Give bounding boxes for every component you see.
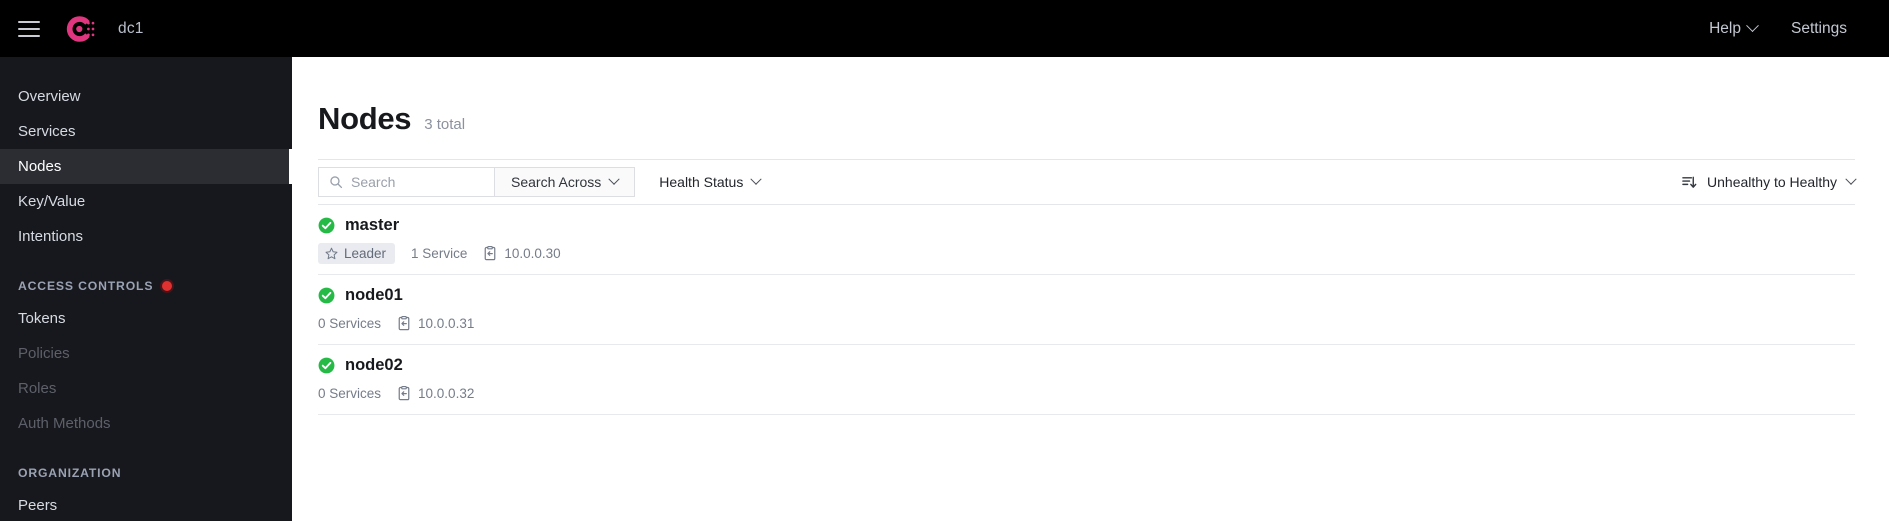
copy-icon <box>398 315 410 330</box>
sidebar-item-services[interactable]: Services <box>0 114 292 149</box>
chevron-down-icon <box>1845 173 1857 185</box>
health-check-passing-icon <box>318 217 335 234</box>
sidebar-item-tokens[interactable]: Tokens <box>0 301 292 336</box>
node-ip-address: 10.0.0.32 <box>418 385 475 401</box>
leader-badge-label: Leader <box>344 245 387 261</box>
star-icon <box>325 247 338 259</box>
sidebar-item-auth-methods: Auth Methods <box>0 406 292 441</box>
search-across-label: Search Across <box>511 174 602 190</box>
node-ip-address: 10.0.0.31 <box>418 315 475 331</box>
health-check-passing-icon <box>318 357 335 374</box>
copy-icon <box>398 385 410 400</box>
sidebar-item-label: Peers <box>18 497 58 514</box>
top-nav-actions: Help Settings <box>1709 19 1847 38</box>
chevron-down-icon <box>750 173 762 185</box>
hamburger-line <box>18 20 40 23</box>
node-title: node01 <box>318 286 1855 305</box>
sidebar-section-organization: ORGANIZATION <box>0 458 292 488</box>
datacenter-selector[interactable]: dc1 <box>118 20 144 38</box>
node-list-item[interactable]: master Leader 1 Service 10.0.0.30 <box>318 205 1855 275</box>
node-ip-copy[interactable]: 10.0.0.31 <box>397 316 474 331</box>
sidebar-item-label: Nodes <box>18 158 62 175</box>
sidebar-section-label: ORGANIZATION <box>18 466 122 480</box>
node-service-count: 0 Services <box>318 385 382 401</box>
sidebar-item-key-value[interactable]: Key/Value <box>0 184 292 219</box>
node-ip-copy[interactable]: 10.0.0.32 <box>397 386 474 401</box>
node-meta: Leader 1 Service 10.0.0.30 <box>318 242 1855 264</box>
node-title: node02 <box>318 356 1855 375</box>
hamburger-line <box>18 34 40 37</box>
node-name: node01 <box>345 286 403 304</box>
sidebar-item-policies: Policies <box>0 336 292 371</box>
main-content: Nodes 3 total Search Across Health Statu… <box>292 57 1889 521</box>
help-label: Help <box>1709 19 1741 37</box>
page-title: Nodes <box>318 101 412 136</box>
chevron-down-icon <box>608 173 620 185</box>
sidebar-item-label: Intentions <box>18 228 84 245</box>
sidebar-item-label: Key/Value <box>18 193 86 210</box>
node-service-count: 1 Service <box>411 245 468 261</box>
sidebar-item-label: Auth Methods <box>18 415 111 432</box>
node-name: node02 <box>345 356 403 374</box>
node-list: master Leader 1 Service 10.0.0.30 node01… <box>318 205 1855 415</box>
leader-badge: Leader <box>318 242 396 264</box>
sidebar-item-label: Roles <box>18 380 57 397</box>
node-list-item[interactable]: node02 0 Services 10.0.0.32 <box>318 345 1855 415</box>
node-ip-copy[interactable]: 10.0.0.30 <box>483 245 561 261</box>
health-check-passing-icon <box>318 287 335 304</box>
node-title: master <box>318 216 1855 235</box>
sort-control[interactable]: Unhealthy to Healthy <box>1682 173 1857 190</box>
settings-link[interactable]: Settings <box>1791 20 1847 38</box>
sidebar-item-label: Overview <box>18 88 81 105</box>
settings-label: Settings <box>1790 19 1847 37</box>
hamburger-icon[interactable] <box>18 20 40 37</box>
page-header: Nodes 3 total <box>292 57 1889 137</box>
health-status-filter[interactable]: Health Status <box>659 173 762 190</box>
filter-toolbar: Search Across Health Status Unhealthy to… <box>318 159 1857 205</box>
sidebar-section-label: ACCESS CONTROLS <box>18 279 154 293</box>
search-icon <box>330 176 343 189</box>
node-list-item[interactable]: node01 0 Services 10.0.0.31 <box>318 275 1855 345</box>
node-name: master <box>345 216 400 234</box>
sidebar-item-label: Policies <box>18 345 70 362</box>
red-dot-icon <box>162 281 173 291</box>
node-meta: 0 Services 10.0.0.31 <box>318 312 1855 334</box>
search-box[interactable] <box>318 167 494 197</box>
node-service-count: 0 Services <box>318 315 382 331</box>
sidebar-item-label: Tokens <box>18 310 66 327</box>
sidebar-section-access-controls: ACCESS CONTROLS <box>0 271 292 301</box>
node-ip-address: 10.0.0.30 <box>504 245 561 261</box>
hamburger-line <box>18 27 40 30</box>
sidebar-item-roles: Roles <box>0 371 292 406</box>
copy-icon <box>484 245 496 260</box>
node-total-count: 3 total <box>424 116 466 133</box>
sidebar-item-overview[interactable]: Overview <box>0 79 292 114</box>
sort-descending-icon <box>1682 176 1697 188</box>
consul-logo-icon[interactable] <box>62 12 96 46</box>
chevron-down-icon <box>1746 19 1759 33</box>
sidebar-item-nodes[interactable]: Nodes <box>0 149 292 184</box>
node-meta: 0 Services 10.0.0.32 <box>318 382 1855 404</box>
sidebar-item-label: Services <box>18 123 76 140</box>
sidebar-item-peers[interactable]: Peers <box>0 488 292 523</box>
sort-label: Unhealthy to Healthy <box>1707 174 1837 190</box>
top-navigation-bar: dc1 Help Settings <box>0 0 1889 57</box>
search-across-dropdown[interactable]: Search Across <box>494 167 636 197</box>
search-input[interactable] <box>351 174 471 190</box>
help-menu[interactable]: Help <box>1709 19 1759 38</box>
sidebar: Overview Services Nodes Key/Value Intent… <box>0 57 292 521</box>
health-status-label: Health Status <box>659 174 744 190</box>
sidebar-item-intentions[interactable]: Intentions <box>0 219 292 254</box>
